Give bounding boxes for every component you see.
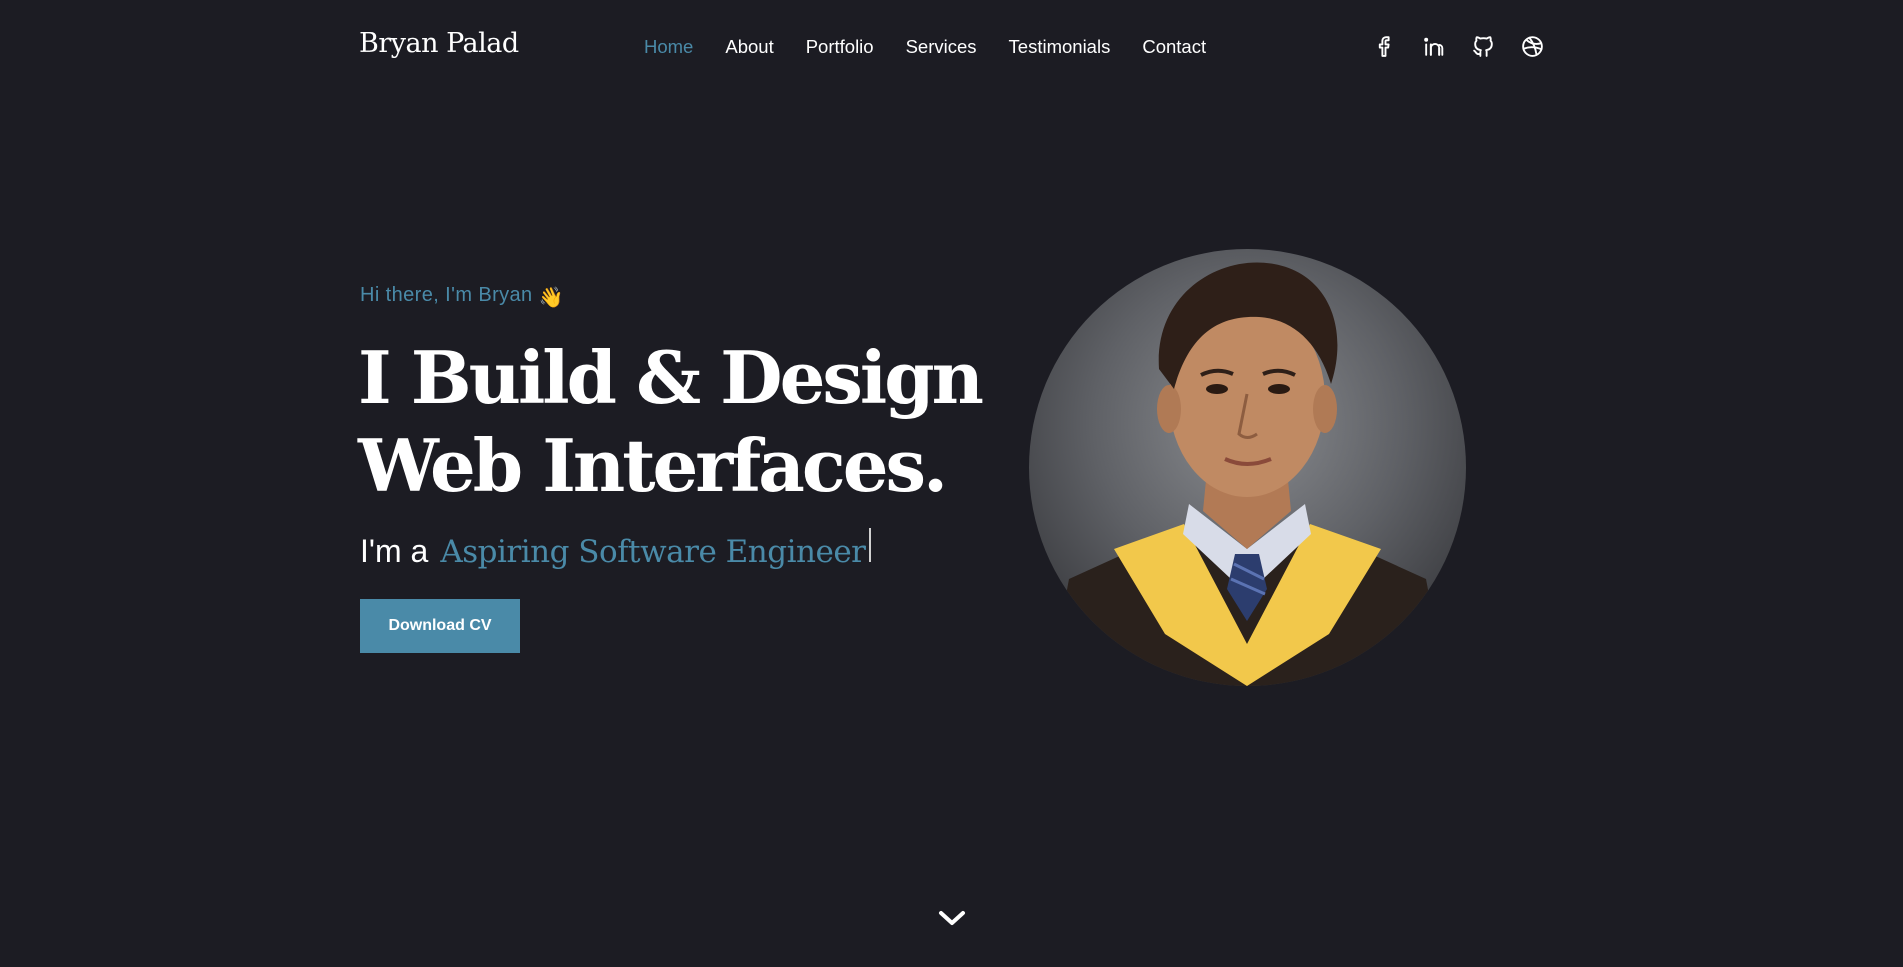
- brand-logo[interactable]: Bryan Palad: [359, 28, 519, 59]
- role-line: I'm a Aspiring Software Engineer: [360, 528, 871, 570]
- headline-line-2: Web Interfaces.: [358, 423, 948, 508]
- headline-line-1: I Build & Design: [358, 335, 984, 420]
- nav-about[interactable]: About: [725, 36, 773, 58]
- nav-services[interactable]: Services: [906, 36, 977, 58]
- role-prefix: I'm a: [360, 533, 429, 569]
- nav-home[interactable]: Home: [644, 36, 693, 58]
- typing-caret: [868, 528, 871, 562]
- greeting-text: Hi there, I'm Bryan: [360, 284, 533, 306]
- hero-greeting: Hi there, I'm Bryan 👋: [360, 284, 564, 310]
- typed-role: Aspiring Software Engineer: [440, 534, 866, 570]
- dribbble-icon[interactable]: [1519, 33, 1546, 60]
- facebook-icon[interactable]: [1372, 33, 1399, 60]
- waving-hand-icon: 👋: [538, 287, 564, 309]
- github-icon[interactable]: [1470, 33, 1497, 60]
- top-navbar: Bryan Palad Home About Portfolio Service…: [0, 0, 1903, 94]
- profile-photo: [1029, 249, 1466, 686]
- nav-contact[interactable]: Contact: [1142, 36, 1206, 58]
- social-links: [1372, 33, 1546, 60]
- download-cv-button[interactable]: Download CV: [360, 599, 520, 653]
- nav-portfolio[interactable]: Portfolio: [806, 36, 874, 58]
- hero-headline: I Build & Design Web Interfaces.: [358, 334, 984, 510]
- nav-testimonials[interactable]: Testimonials: [1009, 36, 1111, 58]
- main-menu: Home About Portfolio Services Testimonia…: [644, 36, 1206, 58]
- chevron-down-icon[interactable]: [935, 903, 969, 933]
- linkedin-icon[interactable]: [1421, 33, 1448, 60]
